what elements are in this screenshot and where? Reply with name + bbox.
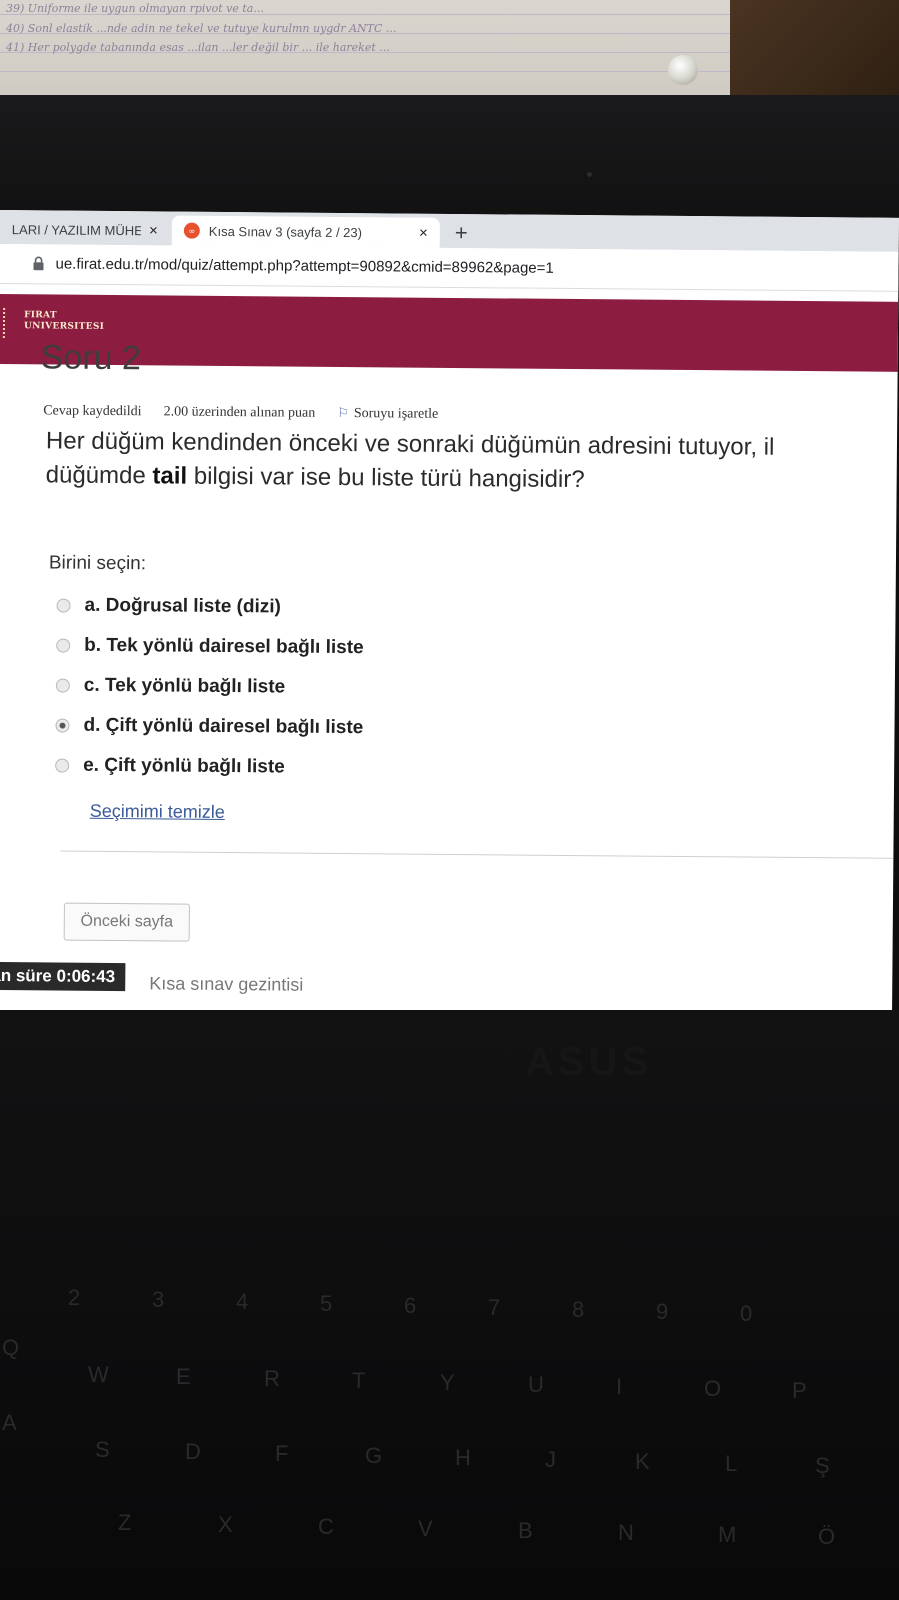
paper-note: 41) Her polygde tabanında esas ...ilan .… [6, 41, 390, 54]
tab-quiz[interactable]: ∞ Kısa Sınav 3 (sayfa 2 / 23) × [171, 215, 440, 248]
keyboard-key[interactable]: 2 [68, 1285, 80, 1311]
tab-label: LARI / YAZILIM MÜHEN [11, 221, 142, 238]
keyboard-key[interactable]: 7 [488, 1295, 500, 1321]
keyboard-key[interactable]: B [518, 1518, 533, 1544]
keyboard-key[interactable]: S [95, 1437, 110, 1463]
keyboard-key[interactable]: J [545, 1447, 556, 1473]
divider [60, 850, 899, 859]
close-icon[interactable]: × [149, 222, 158, 239]
keyboard-key[interactable]: G [365, 1443, 382, 1469]
keyboard-key[interactable]: Ş [815, 1453, 830, 1479]
radio-button-selected[interactable] [55, 718, 70, 733]
flag-icon: ⚐ [337, 404, 349, 421]
keyboard-key[interactable]: E [176, 1364, 191, 1390]
time-left-timer: an süre 0:06:43 [0, 961, 126, 992]
notebook-paper: 39) Uniforme ile uygun olmayan rpivot ve… [0, 0, 730, 100]
keyboard-key[interactable]: 4 [236, 1289, 248, 1315]
paper-note: 39) Uniforme ile uygun olmayan rpivot ve… [6, 2, 264, 15]
keyboard-key[interactable]: V [418, 1516, 433, 1542]
radio-button[interactable] [55, 678, 70, 693]
keyboard-key[interactable]: P [792, 1378, 807, 1404]
radio-button[interactable] [56, 598, 71, 613]
wooden-desk [730, 0, 899, 110]
keyboard-key[interactable]: K [635, 1449, 650, 1475]
keyboard-key[interactable]: D [185, 1439, 201, 1465]
paper-note: 40) Sonl elastik ...nde adin ne tekel ve… [6, 22, 397, 35]
previous-page-button[interactable]: Önceki sayfa [63, 902, 190, 942]
keyboard-key[interactable]: C [318, 1514, 334, 1540]
moodle-favicon-icon: ∞ [183, 222, 200, 239]
keyboard-key[interactable]: Ö [818, 1524, 835, 1550]
answer-option-c[interactable]: c. Tek yönlü bağlı liste [55, 666, 364, 709]
keyboard-key[interactable]: 0 [740, 1301, 752, 1327]
lock-icon [33, 256, 44, 271]
question-points: 2.00 üzerinden alınan puan [163, 403, 316, 421]
answer-status: Cevap kaydedildi [43, 402, 142, 419]
keyboard-key[interactable]: O [704, 1376, 721, 1402]
keyboard-key[interactable]: M [718, 1522, 736, 1548]
close-icon[interactable]: × [419, 224, 428, 241]
laptop-brand-logo: ASUS [525, 1040, 653, 1084]
tab-yazilim[interactable]: LARI / YAZILIM MÜHEN × [0, 214, 170, 245]
question-info: Cevap kaydedildi 2.00 üzerinden alınan p… [43, 402, 438, 422]
answer-option-d[interactable]: d. Çift yönlü dairesel bağlı liste [55, 706, 363, 749]
laptop-bezel [0, 95, 899, 225]
laptop-screen: LARI / YAZILIM MÜHEN × ∞ Kısa Sınav 3 (s… [0, 210, 899, 1018]
keyboard-key[interactable]: T [352, 1368, 365, 1394]
quiz-navigation-label[interactable]: Kısa sınav gezintisi [149, 973, 303, 995]
choose-one-prompt: Birini seçin: [48, 552, 147, 575]
university-logo-icon[interactable] [2, 308, 20, 339]
question-number-heading: Soru 2 [40, 338, 142, 378]
keyboard-key[interactable]: 3 [152, 1287, 164, 1313]
keyboard-key[interactable]: 8 [572, 1297, 584, 1323]
keyboard-key[interactable]: X [218, 1512, 233, 1538]
keyboard-key[interactable]: H [455, 1445, 471, 1471]
university-logo-text[interactable]: FIRAT UNIVERSITESI [24, 310, 104, 333]
webcam-icon [587, 172, 592, 177]
keyboard-key[interactable]: I [616, 1374, 622, 1400]
keyboard-key[interactable]: 6 [404, 1293, 416, 1319]
keyboard-key[interactable]: R [264, 1366, 280, 1392]
radio-button[interactable] [56, 638, 71, 653]
flag-question-link[interactable]: ⚐ Soruyu işaretle [337, 405, 438, 423]
question-text: Her düğüm kendinden önceki ve sonraki dü… [45, 427, 775, 494]
url-text[interactable]: ue.firat.edu.tr/mod/quiz/attempt.php?att… [55, 255, 553, 276]
clear-choice-link[interactable]: Seçimimi temizle [90, 801, 225, 823]
new-tab-button[interactable]: + [455, 220, 468, 246]
answer-option-b[interactable]: b. Tek yönlü dairesel bağlı liste [56, 626, 364, 669]
keyboard-key[interactable]: N [618, 1520, 634, 1546]
timer-value: 0:06:43 [56, 966, 116, 987]
answer-option-e[interactable]: e. Çift yönlü bağlı liste [55, 746, 363, 789]
keyboard-key[interactable]: 9 [656, 1299, 668, 1325]
keyboard-key[interactable]: Z [118, 1510, 131, 1536]
keyboard-key[interactable]: Y [440, 1370, 455, 1396]
address-bar[interactable]: ue.firat.edu.tr/mod/quiz/attempt.php?att… [0, 243, 899, 292]
answer-option-a[interactable]: a. Doğrusal liste (dizi) [56, 586, 364, 629]
keyboard-key[interactable]: Q [2, 1335, 19, 1361]
keyboard-key[interactable]: F [275, 1441, 288, 1467]
keyboard-key[interactable]: A [2, 1410, 17, 1436]
push-pin [668, 55, 698, 85]
answer-options: a. Doğrusal liste (dizi) b. Tek yönlü da… [55, 586, 365, 789]
keyboard-key[interactable]: L [725, 1451, 737, 1477]
tab-label: Kısa Sınav 3 (sayfa 2 / 23) [208, 223, 363, 240]
keyboard-key[interactable]: U [528, 1372, 544, 1398]
laptop-keyboard [0, 1010, 899, 1600]
keyboard-key[interactable]: 5 [320, 1291, 332, 1317]
radio-button[interactable] [55, 758, 70, 773]
keyboard-key[interactable]: W [88, 1362, 109, 1388]
